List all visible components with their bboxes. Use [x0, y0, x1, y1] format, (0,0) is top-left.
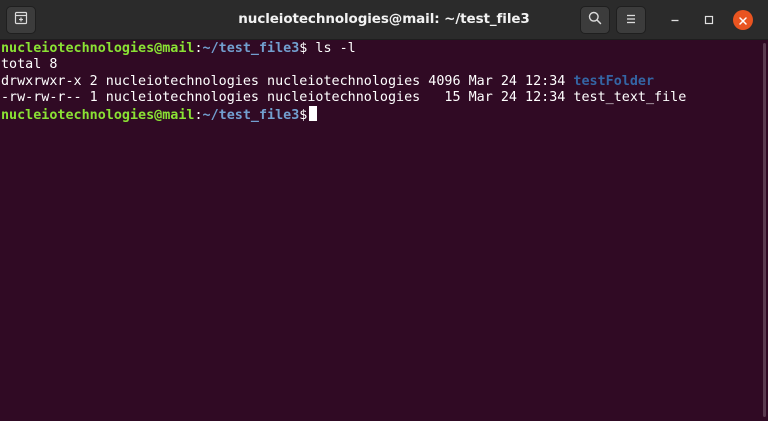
- prompt-user: nucleiotechnologies@mail: [1, 41, 195, 56]
- prompt-user: nucleiotechnologies@mail: [1, 108, 195, 124]
- search-button[interactable]: [580, 6, 610, 34]
- output-total-line: total 8: [1, 57, 58, 73]
- scrollbar-thumb[interactable]: [763, 43, 766, 417]
- title-bar[interactable]: nucleiotechnologies@mail: ~/test_file3: [0, 0, 768, 40]
- prompt-line: nucleiotechnologies@mail:~/test_file3$: [0, 106, 760, 124]
- entry-details: -rw-rw-r-- 1 nucleiotechnologies nucleio…: [1, 89, 574, 105]
- terminal-area[interactable]: nucleiotechnologies@mail:~/test_file3$ l…: [0, 41, 760, 421]
- menu-button[interactable]: [616, 6, 646, 34]
- hamburger-menu-icon: [624, 11, 638, 30]
- close-button[interactable]: [733, 10, 753, 30]
- entry-name-file: test_text_file: [573, 89, 687, 105]
- prompt-separator: :: [194, 41, 203, 56]
- entry-name-directory: testFolder: [573, 73, 655, 89]
- close-icon: [738, 11, 748, 30]
- listing-row: drwxrwxr-x 2 nucleiotechnologies nucleio…: [0, 74, 760, 90]
- command-text: ls -l: [307, 41, 356, 56]
- prompt-path: ~/test_file3: [202, 108, 300, 124]
- maximize-icon: [703, 11, 715, 30]
- new-tab-icon: [13, 10, 29, 30]
- prompt-line: nucleiotechnologies@mail:~/test_file3$ l…: [0, 41, 760, 57]
- prompt-separator: :: [194, 108, 203, 124]
- minimize-icon: [669, 11, 681, 30]
- window-title: nucleiotechnologies@mail: ~/test_file3: [238, 11, 530, 27]
- entry-details: drwxrwxr-x 2 nucleiotechnologies nucleio…: [1, 73, 574, 89]
- terminal-window: nucleiotechnologies@mail: ~/test_file3 n…: [0, 0, 768, 421]
- prompt-path: ~/test_file3: [202, 41, 300, 56]
- prompt-symbol: $: [299, 108, 308, 124]
- listing-row: -rw-rw-r-- 1 nucleiotechnologies nucleio…: [0, 90, 760, 106]
- search-icon: [587, 10, 603, 30]
- minimize-button[interactable]: [664, 9, 686, 31]
- new-tab-button[interactable]: [6, 6, 36, 34]
- text-cursor[interactable]: [309, 106, 318, 122]
- maximize-button[interactable]: [698, 9, 720, 31]
